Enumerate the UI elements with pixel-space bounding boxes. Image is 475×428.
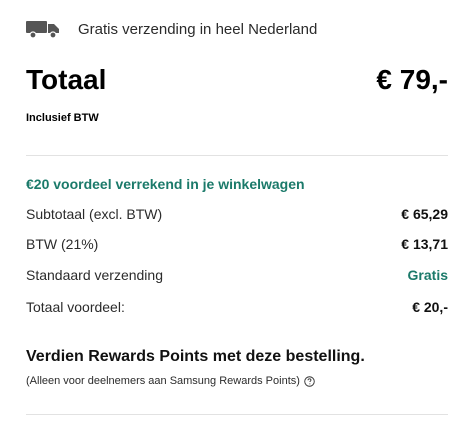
line-item-value: € 20,-	[412, 299, 448, 315]
line-item-value: Gratis	[407, 267, 448, 283]
tax-note: Inclusief BTW	[26, 112, 99, 124]
line-item-subtotal: Subtotaal (excl. BTW) € 65,29	[26, 206, 448, 222]
line-item-value: € 13,71	[401, 236, 448, 252]
rewards-subtitle-row: (Alleen voor deelnemers aan Samsung Rewa…	[26, 375, 315, 387]
help-circle-icon[interactable]	[304, 375, 315, 387]
discount-note: €20 voordeel verrekend in je winkelwagen	[26, 176, 305, 192]
line-item-total-discount: Totaal voordeel: € 20,-	[26, 299, 448, 315]
truck-icon	[26, 21, 59, 39]
total-label: Totaal	[26, 64, 107, 95]
line-item-label: Subtotaal (excl. BTW)	[26, 206, 163, 222]
rewards-title: Verdien Rewards Points met deze bestelli…	[26, 348, 365, 365]
total-value: € 79,-	[376, 64, 448, 95]
line-item-label: Standaard verzending	[26, 267, 163, 283]
shipping-text: Gratis verzending in heel Nederland	[78, 20, 318, 38]
rewards-subtitle: (Alleen voor deelnemers aan Samsung Rewa…	[26, 375, 300, 387]
line-item-shipping: Standaard verzending Gratis	[26, 267, 448, 283]
line-item-label: Totaal voordeel:	[26, 299, 125, 315]
line-item-vat: BTW (21%) € 13,71	[26, 236, 448, 252]
shipping-banner: Gratis verzending in heel Nederland	[26, 16, 317, 42]
divider	[26, 414, 448, 415]
line-item-label: BTW (21%)	[26, 236, 99, 252]
divider	[26, 155, 448, 156]
total-row: Totaal € 79,-	[26, 64, 448, 96]
line-item-value: € 65,29	[401, 206, 448, 222]
